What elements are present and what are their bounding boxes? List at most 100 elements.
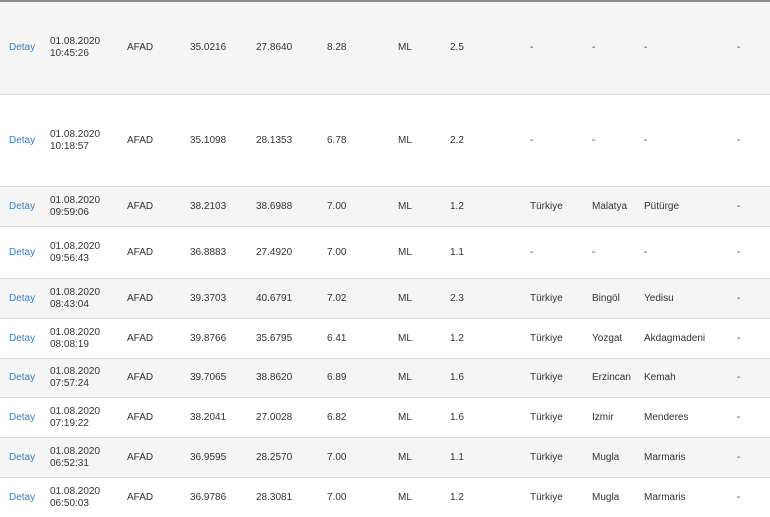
country-cell: Türkiye <box>530 332 563 344</box>
table-row: Detay 01.08.2020 08:08:19 AFAD 39.8766 35… <box>0 319 770 359</box>
agency-cell: AFAD <box>127 246 154 258</box>
city-cell: Malatya <box>592 200 628 212</box>
depth-cell: 7.00 <box>327 200 347 212</box>
depth-cell: 8.28 <box>327 42 347 53</box>
longitude-cell: 38.6988 <box>256 200 293 212</box>
datetime-cell: 01.08.2020 06:50:03 <box>50 485 101 509</box>
datetime-cell: 01.08.2020 09:59:06 <box>50 194 101 218</box>
district-cell: Menderes <box>644 411 689 423</box>
district-cell: Yedisu <box>644 292 674 304</box>
longitude-cell: 38.8620 <box>256 372 293 383</box>
magnitude-cell: 2.3 <box>450 292 464 304</box>
magnitude-cell: 1.6 <box>450 411 464 423</box>
extra-cell: - <box>737 134 741 146</box>
latitude-cell: 36.9595 <box>190 451 227 463</box>
magnitude-cell: 2.2 <box>450 134 464 146</box>
country-cell: Türkiye <box>530 372 563 383</box>
magnitude-cell: 1.2 <box>450 332 464 344</box>
country-cell: - <box>530 246 534 258</box>
magnitude-type-cell: ML <box>398 332 412 344</box>
extra-cell: - <box>737 451 741 463</box>
latitude-cell: 39.3703 <box>190 292 227 304</box>
depth-cell: 6.89 <box>327 372 347 383</box>
longitude-cell: 27.4920 <box>256 246 293 258</box>
longitude-cell: 27.8640 <box>256 42 293 53</box>
agency-cell: AFAD <box>127 332 154 344</box>
table-row: Detay 01.08.2020 06:50:03 AFAD 36.9786 28… <box>0 478 770 517</box>
extra-cell: - <box>737 292 741 304</box>
country-cell: Türkiye <box>530 491 563 503</box>
longitude-cell: 27.0028 <box>256 411 293 423</box>
latitude-cell: 39.7065 <box>190 372 227 383</box>
latitude-cell: 36.8883 <box>190 246 227 258</box>
magnitude-cell: 1.2 <box>450 491 464 503</box>
magnitude-cell: 1.6 <box>450 372 464 383</box>
latitude-cell: 38.2041 <box>190 411 227 423</box>
magnitude-cell: 1.1 <box>450 246 464 258</box>
latitude-cell: 38.2103 <box>190 200 227 212</box>
city-cell: Bingöl <box>592 292 620 304</box>
agency-cell: AFAD <box>127 292 154 304</box>
extra-cell: - <box>737 246 741 258</box>
detail-link[interactable]: Detay <box>9 293 35 305</box>
district-cell: Pütürge <box>644 200 680 212</box>
datetime-cell: 01.08.2020 08:43:04 <box>50 286 101 310</box>
city-cell: - <box>592 246 596 258</box>
detail-link[interactable]: Detay <box>9 492 35 504</box>
depth-cell: 7.02 <box>327 292 347 304</box>
city-cell: - <box>592 134 596 146</box>
depth-cell: 7.00 <box>327 246 347 258</box>
datetime-cell: 01.08.2020 08:08:19 <box>50 326 101 350</box>
city-cell: Izmir <box>592 411 614 423</box>
city-cell: - <box>592 42 596 53</box>
extra-cell: - <box>737 372 741 383</box>
agency-cell: AFAD <box>127 411 154 423</box>
longitude-cell: 28.2570 <box>256 451 293 463</box>
detail-link[interactable]: Detay <box>9 42 35 54</box>
agency-cell: AFAD <box>127 134 154 146</box>
depth-cell: 7.00 <box>327 491 347 503</box>
table-row: Detay 01.08.2020 09:56:43 AFAD 36.8883 27… <box>0 227 770 279</box>
agency-cell: AFAD <box>127 372 154 383</box>
datetime-cell: 01.08.2020 07:19:22 <box>50 405 101 429</box>
longitude-cell: 35.6795 <box>256 332 293 344</box>
country-cell: Türkiye <box>530 292 563 304</box>
magnitude-type-cell: ML <box>398 292 412 304</box>
magnitude-type-cell: ML <box>398 451 412 463</box>
depth-cell: 6.82 <box>327 411 347 423</box>
detail-link[interactable]: Detay <box>9 247 35 259</box>
table-row: Detay 01.08.2020 07:57:24 AFAD 39.7065 38… <box>0 359 770 398</box>
latitude-cell: 35.0216 <box>190 42 227 53</box>
longitude-cell: 28.1353 <box>256 134 293 146</box>
city-cell: Mugla <box>592 491 620 503</box>
district-cell: - <box>644 42 648 53</box>
district-cell: Marmaris <box>644 451 686 463</box>
district-cell: Akdagmadeni <box>644 332 706 344</box>
longitude-cell: 40.6791 <box>256 292 293 304</box>
agency-cell: AFAD <box>127 200 154 212</box>
magnitude-type-cell: ML <box>398 42 412 53</box>
detail-link[interactable]: Detay <box>9 412 35 424</box>
magnitude-type-cell: ML <box>398 491 412 503</box>
extra-cell: - <box>737 411 741 423</box>
detail-link[interactable]: Detay <box>9 452 35 464</box>
table-row: Detay 01.08.2020 09:59:06 AFAD 38.2103 38… <box>0 187 770 227</box>
country-cell: - <box>530 134 534 146</box>
agency-cell: AFAD <box>127 451 154 463</box>
extra-cell: - <box>737 200 741 212</box>
magnitude-cell: 2.5 <box>450 42 464 53</box>
datetime-cell: 01.08.2020 09:56:43 <box>50 240 101 264</box>
detail-link[interactable]: Detay <box>9 372 35 384</box>
datetime-cell: 01.08.2020 10:45:26 <box>50 36 101 59</box>
table-row: Detay 01.08.2020 06:52:31 AFAD 36.9595 28… <box>0 438 770 478</box>
district-cell: Kemah <box>644 372 676 383</box>
extra-cell: - <box>737 491 741 503</box>
latitude-cell: 35.1098 <box>190 134 227 146</box>
datetime-cell: 01.08.2020 10:18:57 <box>50 128 101 152</box>
district-cell: Marmaris <box>644 491 686 503</box>
country-cell: Türkiye <box>530 411 563 423</box>
detail-link[interactable]: Detay <box>9 135 35 147</box>
detail-link[interactable]: Detay <box>9 333 35 345</box>
magnitude-cell: 1.2 <box>450 200 464 212</box>
detail-link[interactable]: Detay <box>9 201 35 213</box>
